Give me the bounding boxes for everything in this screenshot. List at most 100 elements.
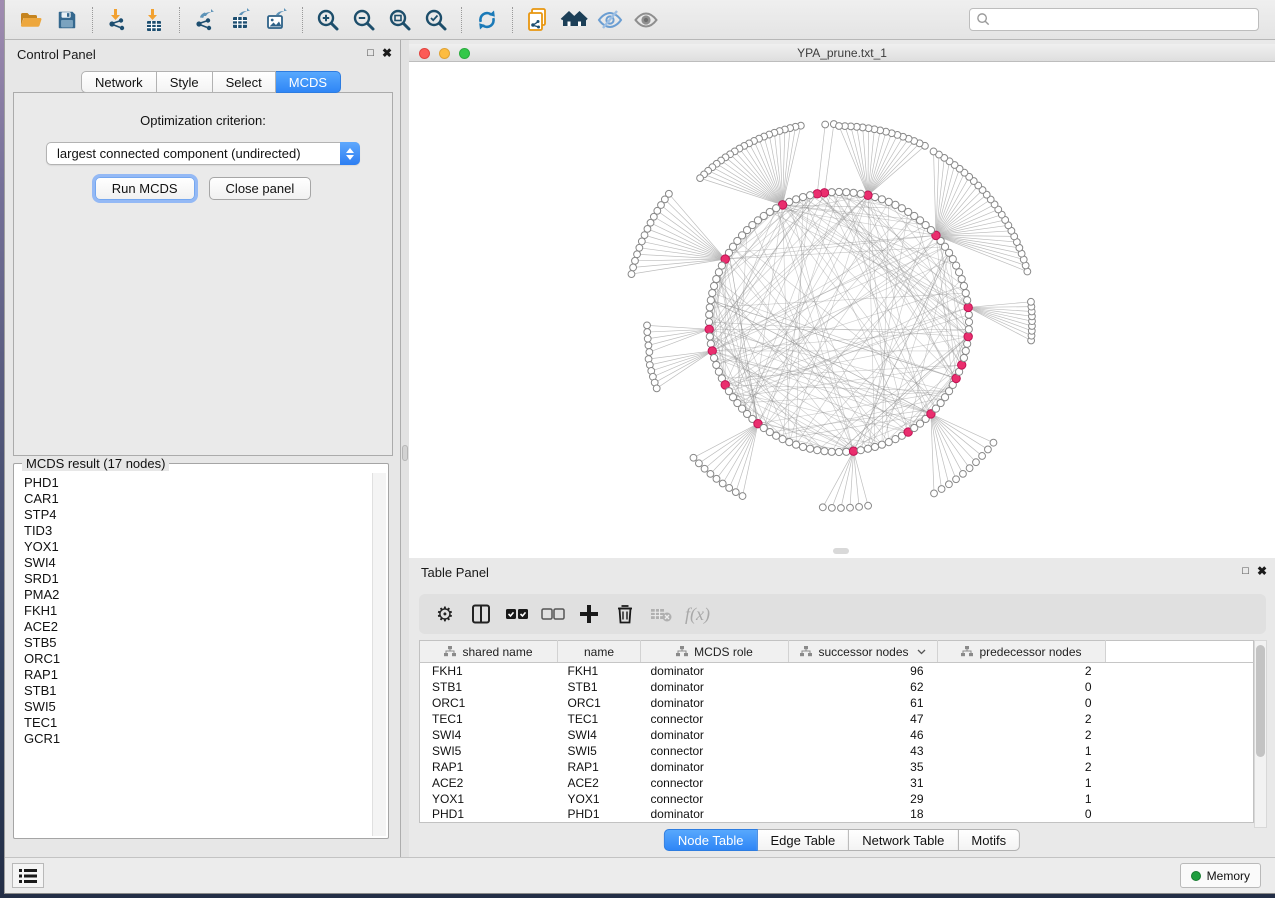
tab-network[interactable]: Network	[81, 71, 157, 93]
table-row[interactable]: SWI4SWI4dominator462	[420, 727, 1254, 743]
network-svg[interactable]	[409, 62, 1275, 558]
table-row[interactable]: STB1STB1dominator620	[420, 679, 1254, 695]
table-cell: SWI5	[558, 743, 641, 759]
mcds-result-item[interactable]: ACE2	[24, 619, 372, 635]
mcds-result-item[interactable]: PHD1	[24, 475, 372, 491]
table-row[interactable]: PHD1PHD1dominator180	[420, 807, 1254, 823]
column-header-mcds-role[interactable]: MCDS role	[641, 641, 789, 663]
control-panel-title: Control Panel	[17, 47, 96, 62]
column-header-predecessor-nodes[interactable]: predecessor nodes	[938, 641, 1106, 663]
mcds-result-item[interactable]: SWI5	[24, 699, 372, 715]
mcds-result-item[interactable]: YOX1	[24, 539, 372, 555]
table-cell: 18	[789, 807, 938, 823]
close-panel-button[interactable]: Close panel	[209, 177, 312, 200]
hide-graphics-details-icon[interactable]	[595, 5, 625, 35]
mcds-result-item[interactable]: RAP1	[24, 667, 372, 683]
tab-motifs[interactable]: Motifs	[958, 829, 1020, 851]
table-scrollbar[interactable]	[1254, 640, 1267, 828]
select-all-icon[interactable]	[501, 599, 533, 629]
show-columns-icon[interactable]	[465, 599, 497, 629]
save-session-icon[interactable]	[52, 5, 82, 35]
tab-select[interactable]: Select	[213, 71, 276, 93]
mcds-result-item[interactable]: TEC1	[24, 715, 372, 731]
window-minimize-icon[interactable]	[439, 48, 450, 59]
export-table-icon[interactable]	[226, 5, 256, 35]
mcds-result-item[interactable]: STB5	[24, 635, 372, 651]
panel-divider[interactable]	[401, 40, 409, 857]
column-header-successor-nodes[interactable]: successor nodes	[789, 641, 938, 663]
export-network-icon[interactable]	[190, 5, 220, 35]
tab-edge-table[interactable]: Edge Table	[757, 829, 849, 851]
optimization-criterion-select[interactable]: largest connected component (undirected)	[46, 142, 360, 165]
mcds-result-item[interactable]: TID3	[24, 523, 372, 539]
delete-column-icon[interactable]	[609, 599, 641, 629]
table-cell: FKH1	[420, 663, 558, 679]
table-row[interactable]: RAP1RAP1dominator352	[420, 759, 1254, 775]
window-close-icon[interactable]	[419, 48, 430, 59]
mcds-result-item[interactable]: SRD1	[24, 571, 372, 587]
float-panel-icon[interactable]: □	[1242, 564, 1249, 578]
zoom-in-icon[interactable]	[313, 5, 343, 35]
network-canvas[interactable]	[409, 62, 1275, 558]
window-maximize-icon[interactable]	[459, 48, 470, 59]
search-input[interactable]	[991, 10, 1252, 29]
open-file-icon[interactable]	[16, 5, 46, 35]
memory-button[interactable]: Memory	[1180, 863, 1261, 888]
export-image-icon[interactable]	[262, 5, 292, 35]
deselect-all-icon[interactable]	[537, 599, 569, 629]
table-cell: 2	[938, 727, 1106, 743]
mcds-result-item[interactable]: CAR1	[24, 491, 372, 507]
tab-mcds[interactable]: MCDS	[276, 71, 341, 93]
table-cell: 43	[789, 743, 938, 759]
zoom-out-icon[interactable]	[349, 5, 379, 35]
refresh-icon[interactable]	[472, 5, 502, 35]
tab-node-table[interactable]: Node Table	[664, 829, 758, 851]
zoom-fit-icon[interactable]	[385, 5, 415, 35]
mcds-result-item[interactable]: PMA2	[24, 587, 372, 603]
table-cell-filler	[1106, 695, 1254, 711]
add-column-icon[interactable]	[573, 599, 605, 629]
tab-network-table[interactable]: Network Table	[849, 829, 958, 851]
mcds-result-item[interactable]: FKH1	[24, 603, 372, 619]
mcds-result-item[interactable]: GCR1	[24, 731, 372, 747]
mcds-result-item[interactable]: ORC1	[24, 651, 372, 667]
table-row[interactable]: ORC1ORC1dominator610	[420, 695, 1254, 711]
table-row[interactable]: TEC1TEC1connector472	[420, 711, 1254, 727]
network-window-titlebar[interactable]: YPA_prune.txt_1	[409, 44, 1275, 62]
function-builder-icon[interactable]: f(x)	[681, 604, 710, 625]
delete-table-icon[interactable]	[645, 599, 677, 629]
table-row[interactable]: ACE2ACE2connector311	[420, 775, 1254, 791]
table-cell: STB1	[420, 679, 558, 695]
table-toolbar: ⚙ f(x)	[419, 594, 1266, 634]
table-row[interactable]: FKH1FKH1dominator962	[420, 663, 1254, 679]
mcds-result-item[interactable]: STP4	[24, 507, 372, 523]
table-row[interactable]: SWI5SWI5connector431	[420, 743, 1254, 759]
close-panel-icon[interactable]: ✖	[1257, 564, 1267, 578]
mcds-result-item[interactable]: SWI4	[24, 555, 372, 571]
canvas-hscroll-thumb[interactable]	[833, 548, 849, 554]
task-history-button[interactable]	[12, 863, 44, 888]
divider-scroll-thumb[interactable]	[402, 445, 408, 461]
run-mcds-button[interactable]: Run MCDS	[95, 177, 195, 200]
show-graphics-details-icon[interactable]	[631, 5, 661, 35]
mcds-result-list[interactable]: PHD1CAR1STP4TID3YOX1SWI4SRD1PMA2FKH1ACE2…	[16, 473, 372, 836]
mcds-result-scrollbar[interactable]	[372, 473, 386, 836]
column-header-name[interactable]: name	[558, 641, 641, 663]
table-settings-gear-icon[interactable]: ⚙	[429, 599, 461, 629]
table-cell: ORC1	[420, 695, 558, 711]
network-window-title: YPA_prune.txt_1	[409, 44, 1275, 62]
table-row[interactable]: YOX1YOX1connector291	[420, 791, 1254, 807]
import-table-icon[interactable]	[139, 5, 169, 35]
close-panel-icon[interactable]: ✖	[382, 46, 392, 60]
table-scroll-thumb[interactable]	[1256, 645, 1265, 757]
float-panel-icon[interactable]: □	[367, 46, 374, 60]
table-cell-filler	[1106, 679, 1254, 695]
network-from-selection-icon[interactable]	[523, 5, 553, 35]
tab-style[interactable]: Style	[157, 71, 213, 93]
import-network-icon[interactable]	[103, 5, 133, 35]
welcome-screen-icon[interactable]	[559, 5, 589, 35]
mcds-result-item[interactable]: STB1	[24, 683, 372, 699]
table-panel-titlebar: Table Panel □ ✖	[409, 558, 1275, 586]
column-header-shared-name[interactable]: shared name	[420, 641, 558, 663]
zoom-selected-icon[interactable]	[421, 5, 451, 35]
